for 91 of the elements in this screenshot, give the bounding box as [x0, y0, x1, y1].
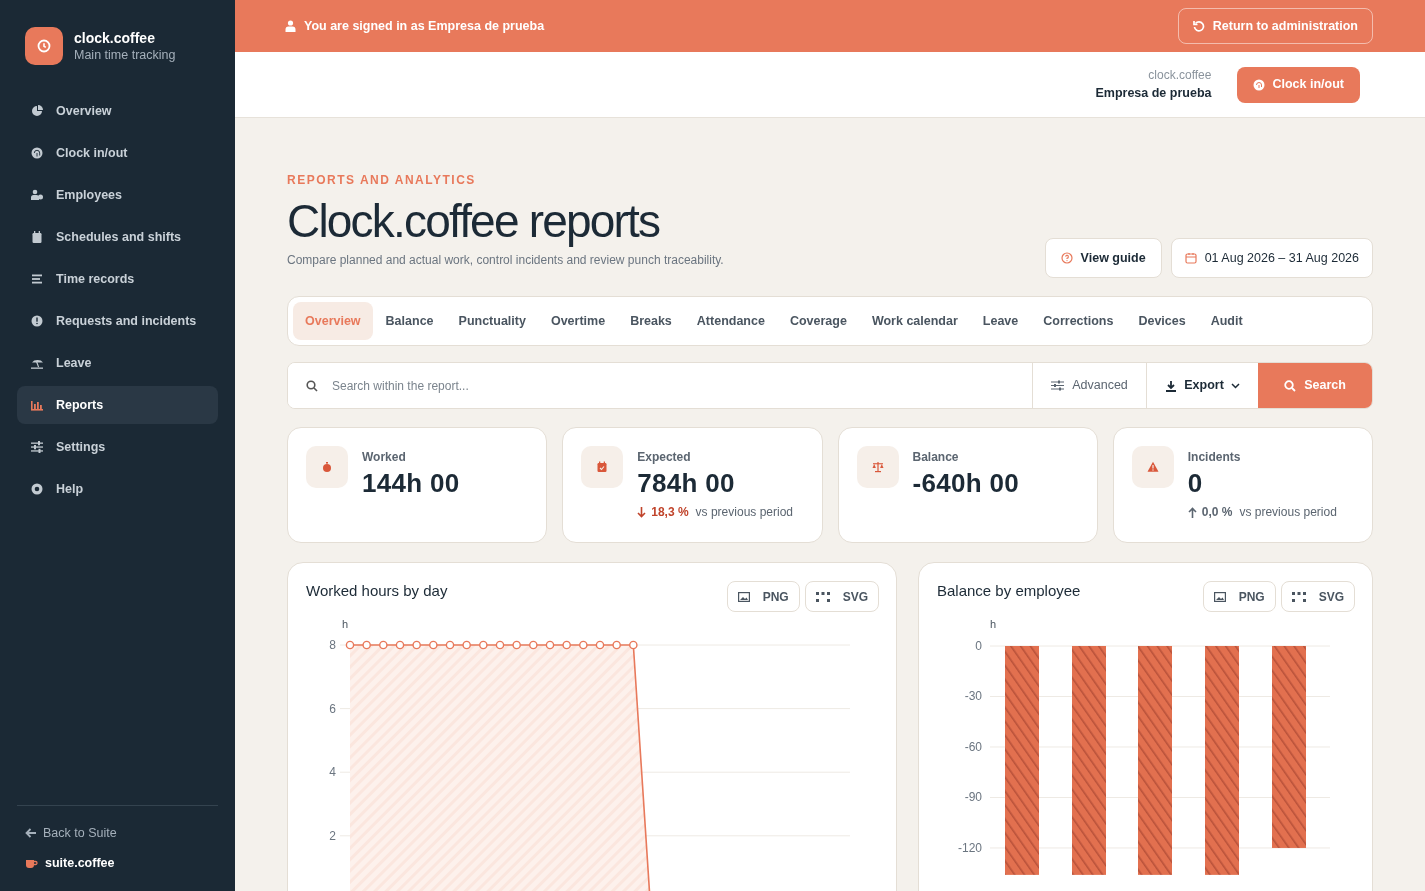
date-range-button[interactable]: 01 Aug 2026 – 31 Aug 2026	[1170, 238, 1373, 278]
export-chart-button[interactable]: SVG	[1280, 581, 1355, 612]
sidebar-item[interactable]: Settings	[17, 428, 218, 466]
stat-label: Expected	[637, 449, 692, 466]
calendar-icon	[1184, 252, 1197, 264]
image-icon	[1213, 591, 1226, 602]
bar-chart-icon	[31, 399, 43, 411]
tick-label: 6	[329, 701, 336, 716]
export-chart-button[interactable]: SVG	[804, 581, 879, 612]
sidebar-item[interactable]: Schedules and shifts	[17, 218, 218, 256]
tab[interactable]: Breaks	[618, 302, 684, 340]
tab[interactable]: Devices	[1126, 302, 1198, 340]
image-icon	[737, 591, 750, 602]
page-subtitle: Compare planned and actual work, control incidents and review punch traceability.	[287, 252, 724, 269]
sidebar-item[interactable]: Leave	[17, 344, 218, 382]
nodes-icon	[1291, 591, 1306, 602]
section-eyebrow: REPORTS AND ANALYTICS	[287, 172, 477, 189]
tab[interactable]: Overtime	[538, 302, 618, 340]
brand-subtitle: Main time tracking	[74, 46, 176, 64]
undo-icon	[1192, 20, 1205, 32]
download-icon	[1165, 379, 1178, 392]
tick-label: -90	[964, 790, 982, 805]
back-link[interactable]: Back to Suite	[25, 823, 218, 843]
stat-label: Worked	[362, 449, 407, 466]
tab[interactable]: Work calendar	[859, 302, 970, 340]
view-guide-button[interactable]: View guide	[1044, 238, 1162, 278]
stat-label: Incidents	[1187, 449, 1242, 466]
export-chart-button[interactable]: PNG	[726, 581, 800, 612]
change-amount: 0,0 %	[1201, 504, 1233, 521]
search-icon	[306, 379, 318, 392]
app-name: clock.coffee	[1148, 67, 1212, 84]
change-note: vs previous period	[1239, 504, 1337, 521]
tab[interactable]: Punctuality	[446, 302, 538, 340]
sliders-icon	[31, 441, 43, 453]
stat-value: -640h 00	[912, 467, 1019, 500]
warning-icon	[1131, 446, 1174, 488]
stat-label: Balance	[912, 449, 960, 466]
sidebar-item[interactable]: Time records	[17, 260, 218, 298]
help-icon	[1060, 252, 1073, 264]
list-icon	[31, 273, 43, 285]
sidebar-item[interactable]: Requests and incidents	[17, 302, 218, 340]
cup-icon	[25, 858, 38, 869]
axis-unit-label: h	[990, 618, 997, 630]
sidebar-item[interactable]: Reports	[17, 386, 218, 424]
suite-link[interactable]: suite.coffee	[25, 854, 218, 873]
change-amount: 18,3 %	[651, 504, 689, 521]
tick-label: 8	[329, 638, 336, 652]
chevron-down-icon	[1230, 382, 1240, 389]
tick-label: 4	[329, 765, 336, 780]
export-chart-button[interactable]: PNG	[1202, 581, 1276, 612]
sidebar-item[interactable]: Help	[17, 470, 218, 508]
stat-value: 144h 00	[362, 467, 460, 500]
chart-title: Balance by employee	[937, 581, 1081, 601]
logo-icon	[25, 27, 63, 65]
users-icon	[31, 189, 43, 201]
sidebar-item[interactable]: Clock in/out	[17, 134, 218, 172]
search-icon	[1284, 379, 1297, 392]
tick-label: -120	[957, 840, 982, 855]
user-icon	[285, 20, 296, 32]
alert-circle-icon	[31, 315, 43, 327]
sidebar-item[interactable]: Employees	[17, 176, 218, 214]
axis-unit-label: h	[342, 618, 349, 630]
sliders-icon	[1051, 380, 1065, 391]
tab[interactable]: Audit	[1198, 302, 1255, 340]
advanced-button[interactable]: Advanced	[1032, 363, 1146, 408]
tick-label: 0	[975, 639, 982, 653]
page-title: Clock.coffee reports	[287, 194, 661, 249]
company-name: Empresa de prueba	[1095, 85, 1212, 102]
tab[interactable]: Leave	[970, 302, 1031, 340]
tab[interactable]: Attendance	[684, 302, 777, 340]
calendar-icon	[31, 231, 43, 243]
arrow-left-icon	[25, 827, 37, 838]
calendar-check-icon	[581, 446, 624, 488]
scale-icon	[856, 446, 899, 488]
chart-title: Worked hours by day	[306, 581, 448, 601]
stat-value: 0	[1187, 467, 1204, 500]
brand-name: clock.coffee	[74, 28, 156, 47]
sidebar-item[interactable]: Overview	[17, 92, 218, 130]
tab[interactable]: Coverage	[777, 302, 859, 340]
tick-label: -30	[964, 689, 982, 704]
banner-text: You are signed in as Empresa de prueba	[304, 17, 545, 35]
tab[interactable]: Corrections	[1031, 302, 1126, 340]
pie-chart-icon	[31, 105, 43, 117]
beach-umbrella-icon	[31, 357, 43, 369]
stat-value: 784h 00	[637, 467, 736, 500]
nodes-icon	[815, 591, 830, 602]
tick-label: 2	[329, 828, 336, 843]
tick-label: -60	[964, 740, 982, 754]
lifebuoy-icon	[31, 483, 43, 495]
tab[interactable]: Balance	[373, 302, 446, 340]
change-note: vs previous period	[695, 504, 793, 521]
